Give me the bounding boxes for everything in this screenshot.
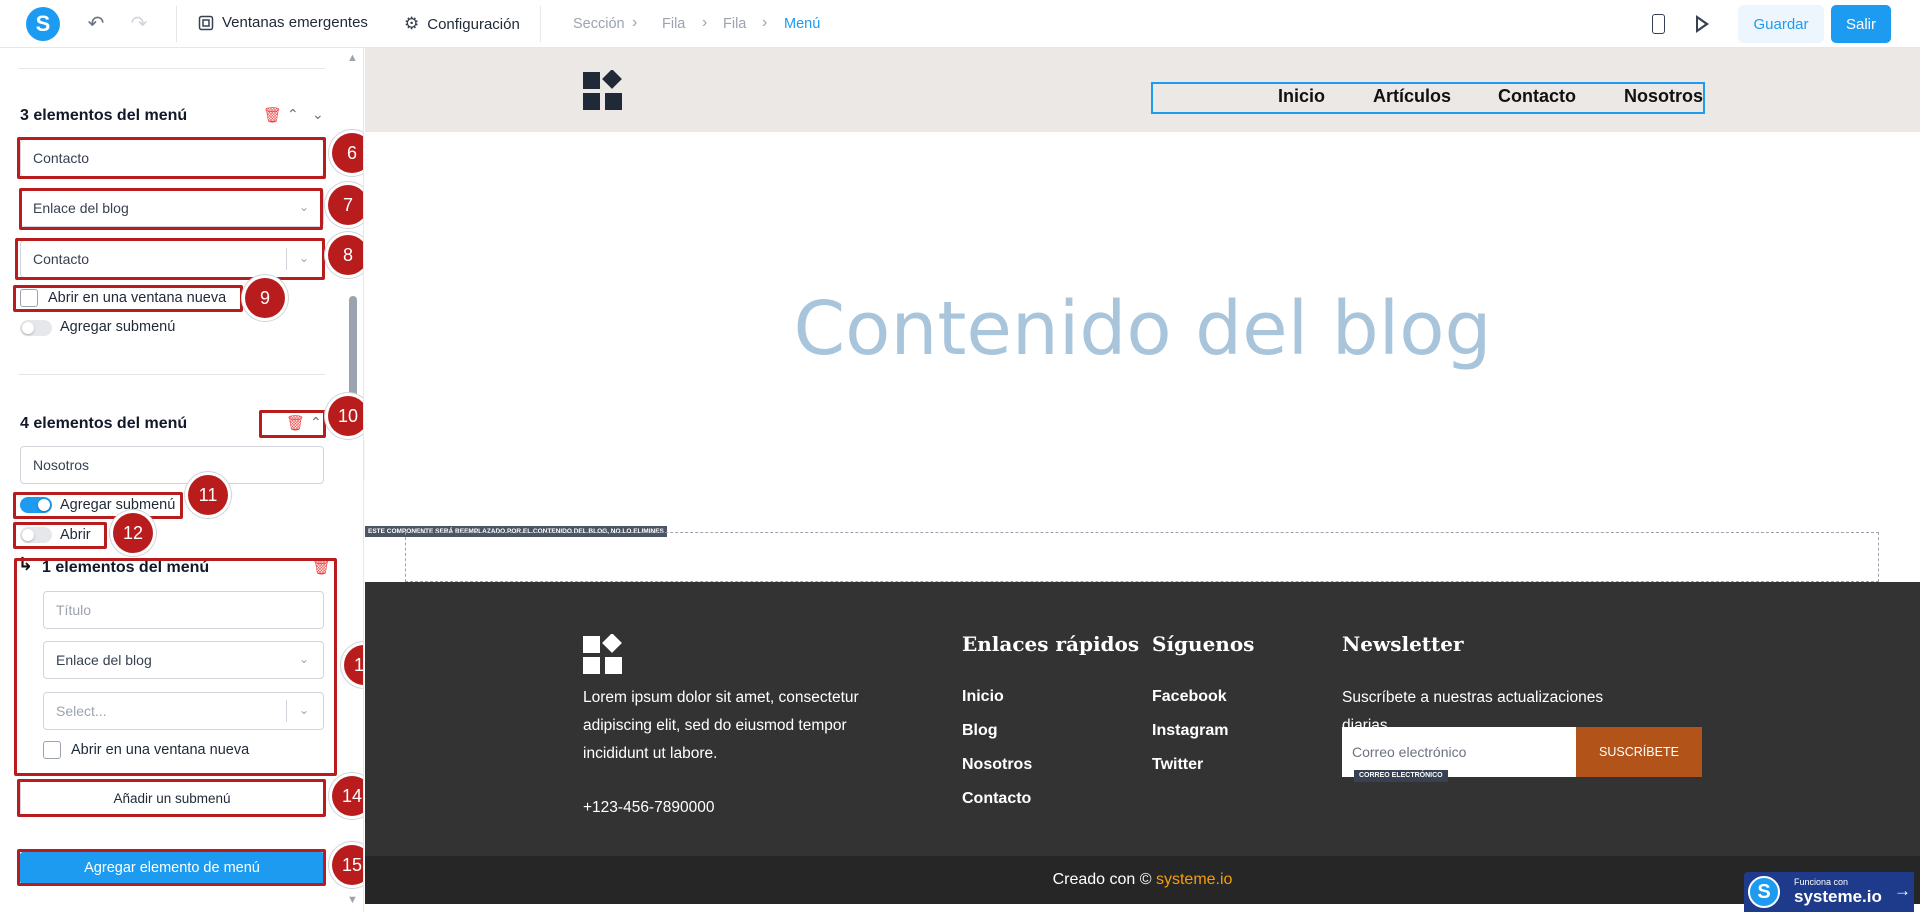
created-with-text: Creado con © systeme.io	[365, 871, 1920, 889]
chevron-right-icon: ›	[702, 14, 708, 31]
footer-link-about[interactable]: Nosotros	[962, 756, 1032, 774]
footer-link-blog[interactable]: Blog	[962, 722, 998, 740]
scroll-down-icon[interactable]: ▼	[347, 894, 358, 906]
nav-link-contact[interactable]: Contacto	[1498, 86, 1576, 107]
footer-phone: +123-456-7890000	[583, 799, 715, 816]
scroll-up-icon[interactable]: ▲	[347, 52, 358, 64]
breadcrumb-menu[interactable]: Menú	[784, 16, 820, 32]
step-badge-7: 7	[328, 185, 363, 225]
systeme-logo-icon: S	[1748, 876, 1780, 908]
highlight-15	[17, 849, 326, 886]
subscribe-button[interactable]: SUSCRÍBETE	[1576, 727, 1702, 777]
created-brand-link[interactable]: systeme.io	[1156, 871, 1232, 888]
step-badge-11: 11	[188, 475, 228, 515]
email-field-tag: CORREO ELECTRÓNICO	[1354, 770, 1448, 782]
footer-link-facebook[interactable]: Facebook	[1152, 688, 1227, 706]
popups-label: Ventanas emergentes	[222, 14, 368, 31]
footer-logo-icon	[583, 634, 622, 674]
divider	[18, 68, 325, 69]
chevron-down-icon[interactable]: ⌄	[312, 106, 324, 123]
step-badge-9: 9	[245, 278, 285, 318]
arrow-right-icon: →	[1894, 881, 1911, 900]
highlight-10	[259, 410, 326, 438]
trash-icon[interactable]: 🗑	[263, 106, 282, 124]
quick-links-title: Enlaces rápidos	[962, 632, 1140, 656]
chevron-right-icon: ›	[762, 14, 768, 31]
highlight-12	[13, 522, 107, 549]
step-badge-8: 8	[328, 235, 363, 275]
gear-icon: ⚙	[404, 14, 420, 33]
footer-link-home[interactable]: Inicio	[962, 688, 1004, 706]
menu-item-4-title: 4 elementos del menú	[20, 415, 188, 432]
nav-link-home[interactable]: Inicio	[1278, 86, 1325, 107]
popup-icon	[198, 15, 214, 30]
save-button[interactable]: Guardar	[1738, 5, 1824, 43]
redo-icon[interactable]: ↷	[128, 13, 150, 35]
highlight-13	[14, 558, 337, 776]
footer-link-twitter[interactable]: Twitter	[1152, 756, 1203, 774]
page-canvas: Inicio Artículos Contacto Nosotros Conte…	[365, 48, 1920, 912]
footer-about-text: Lorem ipsum dolor sit amet, consectetur …	[583, 689, 859, 762]
submenu-toggle[interactable]	[20, 320, 52, 336]
popups-button[interactable]: Ventanas emergentes	[198, 14, 368, 31]
nav-link-about[interactable]: Nosotros	[1624, 86, 1703, 107]
footer-link-contact[interactable]: Contacto	[962, 790, 1031, 808]
blog-content-heading: Contenido del blog	[793, 286, 1492, 372]
created-prefix: Creado con ©	[1052, 871, 1152, 888]
highlight-8	[15, 238, 325, 280]
undo-icon[interactable]: ↶	[85, 13, 107, 35]
toolbar-divider	[540, 6, 541, 42]
step-badge-13: 13	[344, 645, 363, 685]
step-badge-12: 12	[113, 513, 153, 553]
chevron-up-icon[interactable]: ⌃	[287, 106, 299, 123]
highlight-14	[17, 779, 326, 817]
divider	[18, 374, 325, 375]
chevron-right-icon: ›	[632, 14, 638, 31]
step-badge-6: 6	[332, 133, 363, 173]
breadcrumb-row[interactable]: Fila	[723, 16, 746, 32]
powered-small-text: Funciona con	[1794, 877, 1849, 887]
footer-link-instagram[interactable]: Instagram	[1152, 722, 1228, 740]
app-logo[interactable]: S	[26, 7, 60, 41]
nav-link-articles[interactable]: Artículos	[1373, 86, 1451, 107]
site-logo-icon[interactable]	[583, 70, 623, 110]
highlight-6	[17, 137, 326, 179]
highlight-9	[13, 285, 243, 312]
highlight-7	[19, 188, 323, 230]
menu-item-3-title: 3 elementos del menú	[20, 107, 188, 124]
step-badge-15: 15	[332, 845, 363, 885]
powered-brand-text: systeme.io	[1794, 887, 1882, 906]
settings-button[interactable]: ⚙ Configuración	[404, 14, 520, 34]
step-badge-14: 14	[332, 776, 363, 816]
settings-panel: ▲ ▼ 3 elementos del menú 🗑 ⌃ ⌄ Contacto …	[0, 48, 364, 912]
breadcrumb-row[interactable]: Fila	[662, 16, 685, 32]
toolbar-divider	[176, 6, 177, 42]
top-toolbar: S ↶ ↷ Ventanas emergentes ⚙ Configuració…	[0, 0, 1920, 48]
blog-placeholder-area[interactable]	[405, 532, 1879, 582]
follow-title: Síguenos	[1152, 632, 1255, 656]
newsletter-title: Newsletter	[1342, 632, 1464, 656]
mobile-preview-icon[interactable]	[1652, 14, 1665, 34]
step-badge-10: 10	[328, 396, 363, 436]
powered-by-badge[interactable]: S Funciona con systeme.io →	[1744, 872, 1914, 912]
exit-button[interactable]: Salir	[1831, 5, 1891, 43]
highlight-11	[13, 492, 183, 519]
submenu-label: Agregar submenú	[60, 319, 176, 335]
menu-item-4-text-input[interactable]: Nosotros	[20, 446, 324, 484]
breadcrumb-section[interactable]: Sección	[573, 16, 625, 32]
play-icon-inner	[1698, 19, 1705, 29]
settings-label: Configuración	[427, 15, 520, 33]
